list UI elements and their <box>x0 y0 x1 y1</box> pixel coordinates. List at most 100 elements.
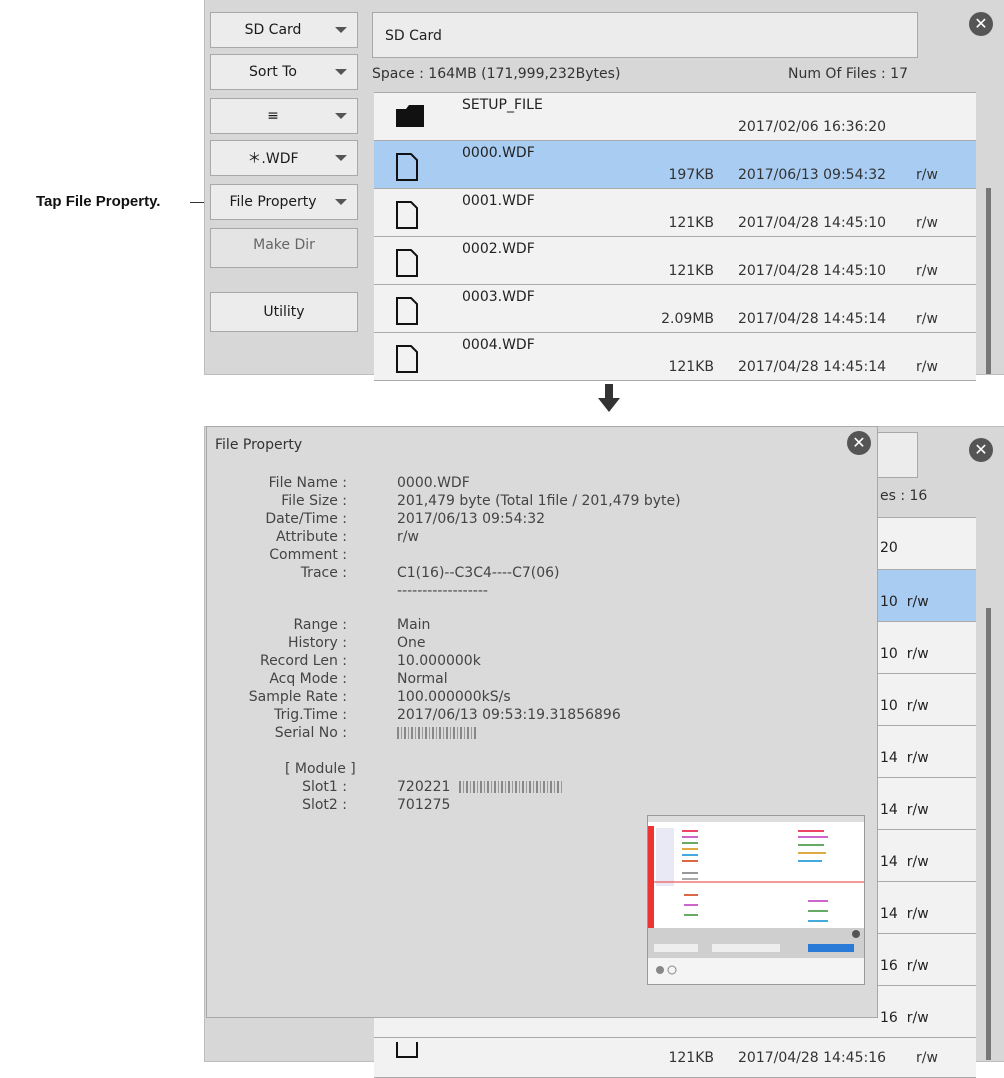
file-icon <box>396 345 418 377</box>
chevron-down-icon <box>335 199 347 205</box>
file-name: SETUP_FILE <box>462 97 543 113</box>
file-row[interactable]: 0004.WDF 121KB 2017/04/28 14:45:14 r/w <box>374 333 976 381</box>
drive-select-button[interactable]: SD Card <box>210 12 358 48</box>
folder-icon <box>396 105 424 131</box>
property-value: 701275 <box>397 797 450 813</box>
property-value <box>397 725 477 741</box>
view-mode-button[interactable]: ≡ <box>210 98 358 134</box>
property-label: Date/Time : <box>265 511 347 527</box>
property-row: Trace : C1(16)--C3C4----C7(06) <box>207 565 827 583</box>
view-label: ≡ <box>267 108 279 124</box>
property-value-text: 701275 <box>397 797 451 813</box>
file-name: 0003.WDF <box>462 289 535 305</box>
file-row[interactable]: 0001.WDF 121KB 2017/04/28 14:45:10 r/w <box>374 189 976 237</box>
property-label: Range : <box>293 617 347 633</box>
file-icon <box>396 153 418 185</box>
close-icon[interactable]: ✕ <box>969 12 993 36</box>
file-name: 0001.WDF <box>462 193 535 209</box>
property-value: 0000.WDF <box>397 475 470 491</box>
property-value: 2017/06/13 09:54:32 <box>397 511 545 527</box>
file-row-tail: 10 r/w <box>880 698 929 714</box>
make-dir-button[interactable]: Make Dir <box>210 228 358 268</box>
property-row: Range : Main <box>207 617 827 635</box>
property-value-text: 201,479 byte (Total 1file / 201,479 byte… <box>397 493 681 509</box>
file-size: 197KB <box>668 167 714 183</box>
file-date: 2017/06/13 09:54:32 <box>738 167 887 183</box>
file-size: 2.09MB <box>661 311 714 327</box>
property-label: Serial No : <box>274 725 347 741</box>
property-value-text: 100.000000kS/s <box>397 689 511 705</box>
file-attribute: r/w <box>916 359 938 375</box>
file-date: 2017/04/28 14:45:10 <box>738 215 887 231</box>
property-label: File Size : <box>281 493 347 509</box>
property-label: Trace : <box>300 565 347 581</box>
file-row-tail: 20 <box>880 540 898 556</box>
file-row-tail: 10 r/w <box>880 646 929 662</box>
property-label: Acq Mode : <box>269 671 347 687</box>
property-value-text: 2017/06/13 09:54:32 <box>397 511 546 527</box>
num-files: Num Of Files : 17 <box>788 66 908 82</box>
file-name: 0004.WDF <box>462 337 535 353</box>
utility-button[interactable]: Utility <box>210 292 358 332</box>
file-row-tail: 16 r/w <box>880 1010 929 1026</box>
property-value: 100.000000kS/s <box>397 689 511 705</box>
num-files-bg: es : 16 <box>880 488 928 504</box>
file-date: 2017/04/28 14:45:14 <box>738 359 887 375</box>
property-value-text: Normal <box>397 671 448 687</box>
property-label: Slot1 : <box>302 779 347 795</box>
close-icon[interactable]: ✕ <box>969 438 993 462</box>
file-name: 0002.WDF <box>462 241 535 257</box>
down-arrow-icon <box>598 384 620 412</box>
file-row-tail: 16 r/w <box>880 958 929 974</box>
file-row-tail: 14 r/w <box>880 854 929 870</box>
folder-row[interactable]: SETUP_FILE 2017/02/06 16:36:20 <box>374 93 976 141</box>
file-row-tail: 14 r/w <box>880 906 929 922</box>
serial-barcode <box>397 727 477 739</box>
property-label: Record Len : <box>259 653 347 669</box>
file-attribute: r/w <box>916 167 938 183</box>
property-value: 201,479 byte (Total 1file / 201,479 byte… <box>397 493 681 509</box>
scrollbar[interactable] <box>986 188 991 374</box>
property-value-text: r/w <box>397 529 419 545</box>
property-value: Normal <box>397 671 448 687</box>
property-row: File Size : 201,479 byte (Total 1file / 2… <box>207 493 827 511</box>
file-row-tail: 10 r/w <box>880 594 929 610</box>
file-property-button[interactable]: File Property <box>210 184 358 220</box>
file-date: 2017/04/28 14:45:14 <box>738 311 887 327</box>
path-display: SD Card <box>372 12 918 58</box>
property-row: Slot2 : 701275 <box>207 797 827 815</box>
property-label: Sample Rate : <box>248 689 347 705</box>
property-row: Acq Mode : Normal <box>207 671 827 689</box>
file-row[interactable]: 0003.WDF 2.09MB 2017/04/28 14:45:14 r/w <box>374 285 976 333</box>
chevron-down-icon <box>335 69 347 75</box>
file-attribute: r/w <box>916 1050 938 1066</box>
scrollbar-bg[interactable] <box>986 608 991 1060</box>
property-row: File Name : 0000.WDF <box>207 475 827 493</box>
file-row[interactable]: 0002.WDF 121KB 2017/04/28 14:45:10 r/w <box>374 237 976 285</box>
file-list: SETUP_FILE 2017/02/06 16:36:20 0000.WDF 197… <box>374 92 976 381</box>
property-label: Comment : <box>269 547 347 563</box>
sort-to-button[interactable]: Sort To <box>210 54 358 90</box>
property-row: Attribute : r/w <box>207 529 827 547</box>
callout-text: Tap File Property. <box>36 193 161 210</box>
file-icon <box>396 201 418 233</box>
file-row-tail: 14 r/w <box>880 802 929 818</box>
property-row: Slot1 : 720221 <box>207 779 827 797</box>
file-icon <box>396 249 418 281</box>
property-row: Serial No : <box>207 725 827 743</box>
file-icon <box>396 297 418 329</box>
property-row: Trig.Time : 2017/06/13 09:53:19.31856896 <box>207 707 827 725</box>
property-row: Sample Rate : 100.000000kS/s <box>207 689 827 707</box>
file-size: 121KB <box>668 215 714 231</box>
close-icon[interactable]: ✕ <box>847 431 871 455</box>
file-row[interactable]: 121KB 2017/04/28 14:45:16 r/w <box>374 1038 976 1078</box>
property-label: Slot2 : <box>302 797 347 813</box>
drive-label: SD Card <box>244 22 302 38</box>
file-attribute: r/w <box>916 215 938 231</box>
property-row: History : One <box>207 635 827 653</box>
property-value-text: 0000.WDF <box>397 475 470 491</box>
file-icon <box>396 1042 418 1062</box>
file-row[interactable]: 0000.WDF 197KB 2017/06/13 09:54:32 r/w <box>374 141 976 189</box>
property-value-text: 10.000000k <box>397 653 481 669</box>
file-filter-button[interactable]: ＊.WDF <box>210 140 358 176</box>
